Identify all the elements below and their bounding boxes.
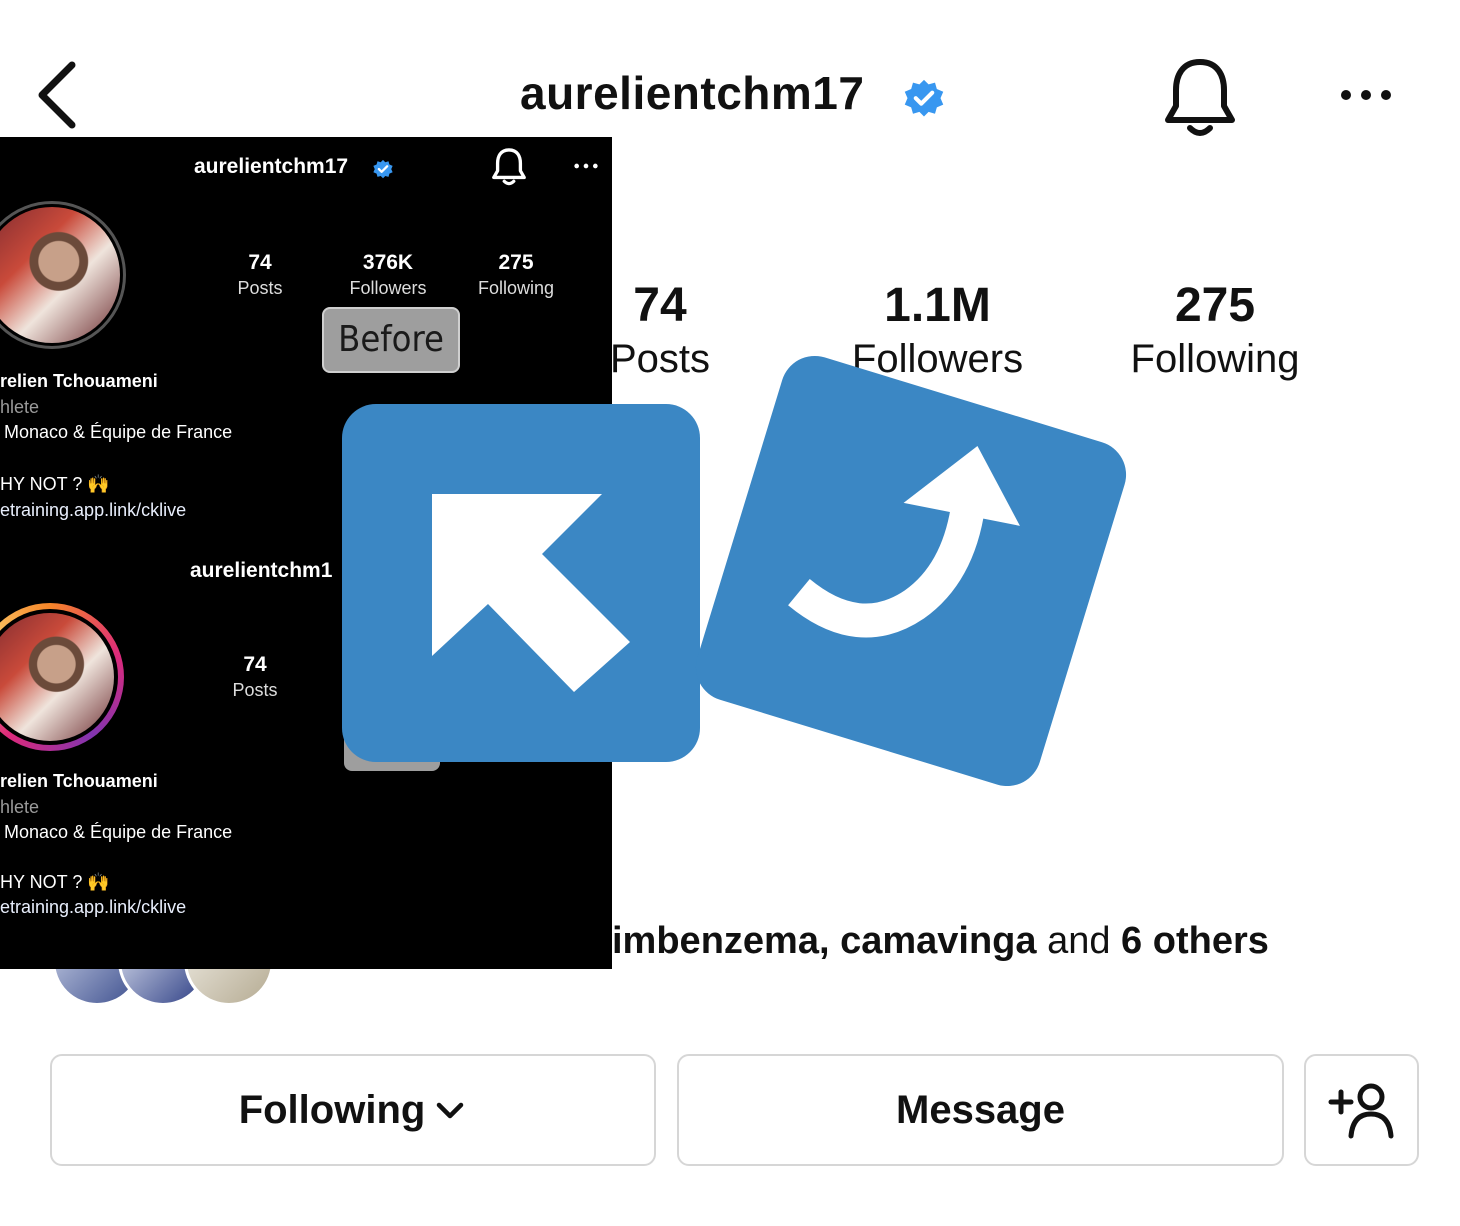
inset-posts-value: 74 xyxy=(248,251,272,274)
verified-icon xyxy=(373,159,393,179)
following-button[interactable]: Following xyxy=(50,1054,656,1166)
inset-bio-category: hlete xyxy=(0,397,40,417)
message-button-label: Message xyxy=(896,1087,1065,1132)
mutual-followers-text[interactable]: imbenzema, camavinga and 6 others xyxy=(612,920,1269,963)
inset-bio-clubs-second: Monaco & Équipe de France xyxy=(4,822,233,842)
inset-posts-label: Posts xyxy=(237,278,283,298)
inset-username-second: aurelientchm1 xyxy=(190,559,333,582)
more-icon[interactable] xyxy=(1336,80,1396,110)
bell-icon[interactable] xyxy=(1160,56,1240,140)
arrow-tile-left xyxy=(342,404,700,762)
stat-following-label: Following xyxy=(1130,337,1300,381)
inset-followers-value: 376K xyxy=(362,251,414,274)
inset-username: aurelientchm17 xyxy=(194,155,349,178)
following-button-label: Following xyxy=(238,1087,426,1132)
inset-posts-label-second: Posts xyxy=(232,680,278,700)
inset-posts-value-second: 74 xyxy=(243,653,267,676)
inset-bio-quote: HY NOT ? 🙌 xyxy=(0,474,110,494)
back-icon[interactable] xyxy=(30,55,90,135)
inset-bio-quote-second: HY NOT ? 🙌 xyxy=(0,872,110,892)
verified-icon xyxy=(904,79,944,117)
mutual-names: imbenzema, camavinga xyxy=(612,920,1037,962)
arrow-tile-right xyxy=(687,347,1135,795)
inset-bio-name-second: relien Tchouameni xyxy=(0,771,158,791)
before-badge: Before xyxy=(322,307,460,373)
more-icon xyxy=(574,163,598,169)
mutual-others: 6 others xyxy=(1121,920,1269,962)
bell-icon xyxy=(492,148,526,186)
inset-bio-clubs: Monaco & Équipe de France xyxy=(4,422,233,442)
stat-following-value: 275 xyxy=(1174,279,1256,332)
stat-followers[interactable]: 1.1M Followers xyxy=(830,278,1045,382)
arrow-up-left-icon xyxy=(432,494,630,692)
inset-following-value: 275 xyxy=(498,251,534,274)
stat-following[interactable]: 275 Following xyxy=(1110,278,1320,382)
add-person-icon xyxy=(1328,1083,1393,1139)
inset-bio-link-second: etraining.app.link/cklive xyxy=(0,897,187,917)
inset-followers-label: Followers xyxy=(349,278,427,298)
inset-bio-category-second: hlete xyxy=(0,797,40,817)
stat-followers-value: 1.1M xyxy=(884,279,991,332)
inset-following-label: Following xyxy=(477,278,555,298)
inset-bio-name: relien Tchouameni xyxy=(0,371,158,391)
curved-arrow-up-icon xyxy=(788,445,1020,638)
add-person-button[interactable] xyxy=(1304,1054,1419,1166)
inset-bio-link: etraining.app.link/cklive xyxy=(0,500,187,520)
message-button[interactable]: Message xyxy=(677,1054,1284,1166)
chevron-down-icon xyxy=(437,1102,464,1119)
profile-username: aurelientchm17 xyxy=(520,67,865,119)
mutual-joiner: and xyxy=(1036,920,1122,962)
